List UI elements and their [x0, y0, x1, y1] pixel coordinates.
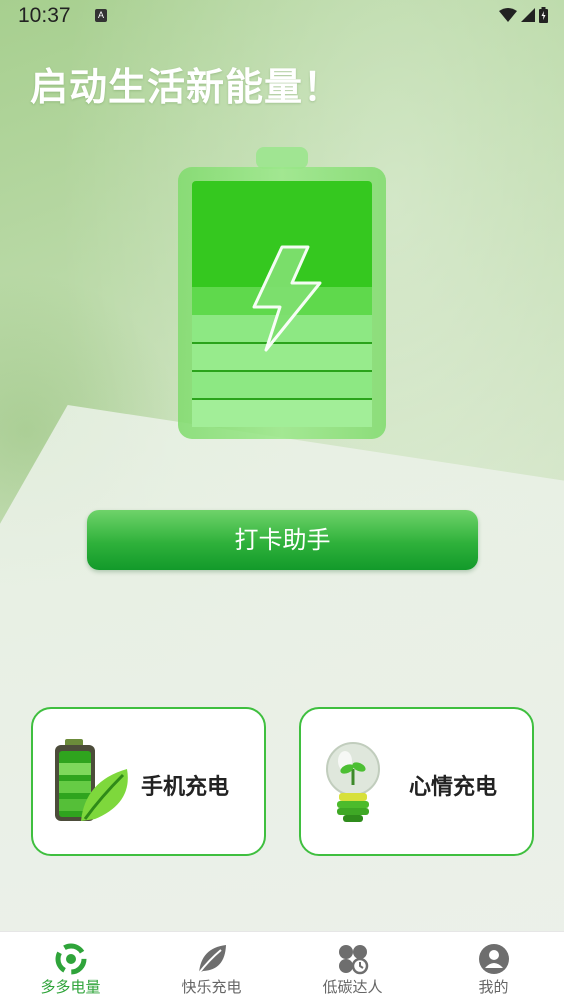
page-headline: 启动生活新能量！	[30, 65, 343, 109]
battery-status-icon	[539, 7, 548, 23]
lightbulb-sprout-icon	[326, 742, 380, 822]
clover-icon	[338, 945, 368, 975]
signal-icon	[521, 8, 535, 22]
power-ring-icon	[55, 943, 86, 975]
mood-charging-card[interactable]: 心情充电	[299, 707, 534, 856]
mood-charging-label: 心情充电	[409, 775, 498, 800]
wifi-icon	[499, 8, 517, 22]
bottom-nav: 多多电量 快乐充电 低碳达人 我的	[0, 931, 564, 1004]
nav-item-low-carbon[interactable]: 低碳达人	[282, 932, 423, 1004]
leaf-icon	[197, 945, 226, 974]
nav-label-happy-charging: 快乐充电	[181, 978, 242, 996]
phone-charging-card[interactable]: 手机充电	[31, 707, 266, 856]
nav-label-power: 多多电量	[40, 978, 101, 996]
user-icon	[478, 944, 509, 974]
nav-item-mine[interactable]: 我的	[423, 932, 564, 1004]
nav-item-power[interactable]: 多多电量	[0, 932, 141, 1004]
nav-label-low-carbon: 低碳达人	[322, 978, 383, 996]
background-surface	[0, 405, 564, 945]
status-icons	[499, 7, 548, 23]
nav-item-happy-charging[interactable]: 快乐充电	[141, 932, 282, 1004]
status-time: 10:37	[18, 4, 71, 27]
nav-label-mine: 我的	[478, 978, 509, 996]
checkin-button[interactable]: 打卡助手	[87, 510, 478, 570]
notification-icon: A	[95, 9, 107, 22]
phone-charging-label: 手机充电	[141, 775, 230, 800]
phone-battery-leaf-icon	[55, 739, 128, 821]
battery-charging-icon	[178, 147, 386, 439]
status-bar: 10:37 A	[0, 0, 564, 34]
